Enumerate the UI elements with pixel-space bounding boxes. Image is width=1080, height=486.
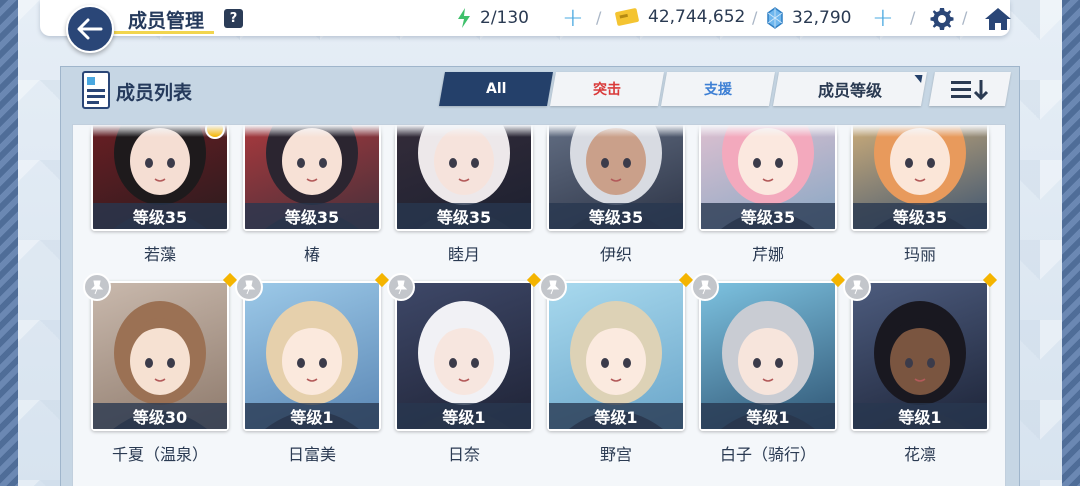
divider: / (962, 8, 968, 27)
help-button[interactable]: ? (224, 9, 243, 28)
title-underline (114, 31, 214, 34)
student-name: 花凛 (903, 445, 936, 464)
right-stripe-decoration (1062, 0, 1080, 486)
pin-icon (850, 280, 864, 295)
tab-special-label: 支援 (704, 82, 732, 98)
student-name: 若藻 (143, 245, 176, 264)
sort-order-button[interactable] (929, 72, 1011, 106)
credit-counter: 42,744,652 (614, 7, 745, 27)
student-level: 等级35 (701, 203, 835, 229)
student-name: 伊织 (599, 245, 632, 264)
student-name: 日富美 (287, 445, 336, 464)
scroll-fade (73, 125, 1005, 137)
arrow-left-icon (77, 18, 103, 40)
student-level: 等级35 (245, 203, 379, 229)
student-level: 等级30 (93, 403, 227, 429)
ap-value: 2/130 (480, 8, 529, 28)
student-level: 等级1 (397, 403, 531, 429)
add-ap-button[interactable]: + (562, 3, 584, 33)
page-title: 成员管理 (128, 10, 205, 32)
student-card[interactable]: 等级35 玛丽 (851, 125, 989, 264)
student-name: 芹娜 (751, 245, 784, 264)
pin-button[interactable] (539, 273, 567, 301)
student-name: 千夏（温泉） (111, 445, 208, 464)
pin-icon (698, 280, 712, 295)
student-level: 等级1 (701, 403, 835, 429)
dropdown-corner-icon (913, 75, 923, 83)
student-name: 日奈 (447, 445, 480, 464)
student-card[interactable]: 等级35 睦月 (395, 125, 533, 264)
student-card[interactable]: 等级1 日富美 (235, 272, 390, 464)
student-card[interactable]: 等级35 椿 (243, 125, 381, 264)
student-level: 等级1 (853, 403, 987, 429)
student-card[interactable]: 等级30 千夏（温泉） (83, 272, 238, 464)
student-card[interactable]: 等级1 白子（骑行） (691, 272, 846, 464)
lightning-icon (458, 8, 470, 28)
tab-all-label: All (485, 81, 507, 97)
student-name: 椿 (303, 245, 320, 264)
student-grid: 等级35 若藻 等级35 椿 等级35 睦月 等级35 伊织 等级35 芹娜 等级35 玛丽等级30 千… (72, 124, 1006, 486)
home-icon (985, 8, 1011, 30)
student-card[interactable]: 等级35 芹娜 (699, 125, 837, 264)
filter-tabs: All 突击 支援 (439, 72, 775, 106)
credit-icon (615, 8, 639, 26)
divider: / (752, 8, 758, 27)
student-level: 等级35 (397, 203, 531, 229)
student-card[interactable]: 等级1 日奈 (387, 272, 542, 464)
student-level: 等级35 (549, 203, 683, 229)
pin-button[interactable] (235, 273, 263, 301)
pin-button[interactable] (843, 273, 871, 301)
student-card[interactable]: 等级1 花凛 (843, 272, 998, 464)
credit-value: 42,744,652 (648, 7, 746, 27)
add-pyroxene-button[interactable]: + (872, 3, 894, 33)
sort-descending-icon (951, 80, 989, 100)
pin-icon (242, 280, 256, 295)
pyroxene-counter: 32,790 (766, 7, 851, 29)
tab-striker[interactable]: 突击 (550, 72, 664, 106)
tab-striker-label: 突击 (593, 82, 621, 98)
student-level: 等级1 (549, 403, 683, 429)
ap-counter: 2/130 (456, 7, 529, 29)
back-button[interactable] (66, 5, 114, 53)
divider: / (910, 8, 916, 27)
panel-title: 成员列表 (116, 82, 193, 104)
student-name: 玛丽 (903, 245, 936, 264)
pin-button[interactable] (387, 273, 415, 301)
student-level: 等级35 (93, 203, 227, 229)
pin-button[interactable] (691, 273, 719, 301)
pyroxene-value: 32,790 (792, 8, 852, 28)
gear-icon (930, 8, 954, 30)
student-card[interactable]: 等级35 伊织 (547, 125, 685, 264)
student-level: 等级1 (245, 403, 379, 429)
pin-icon (546, 280, 560, 295)
student-card[interactable]: 等级1 野宫 (539, 272, 694, 464)
student-card[interactable]: 等级35 若藻 (91, 125, 229, 264)
student-name: 野宫 (599, 445, 632, 464)
divider: / (596, 8, 602, 27)
home-button[interactable] (984, 5, 1012, 33)
student-name: 白子（骑行） (719, 445, 816, 464)
student-name: 睦月 (447, 245, 480, 264)
student-list-icon (82, 71, 110, 109)
left-stripe-decoration (0, 0, 18, 486)
pyroxene-icon (767, 7, 783, 29)
pin-button[interactable] (83, 273, 111, 301)
student-level: 等级35 (853, 203, 987, 229)
pin-icon (394, 280, 408, 295)
tab-all[interactable]: All (439, 72, 553, 106)
sort-label: 成员等级 (817, 81, 882, 100)
tab-special[interactable]: 支援 (661, 72, 775, 106)
settings-button[interactable] (928, 5, 956, 33)
sort-dropdown[interactable]: 成员等级 (773, 72, 927, 106)
pin-icon (90, 280, 104, 295)
